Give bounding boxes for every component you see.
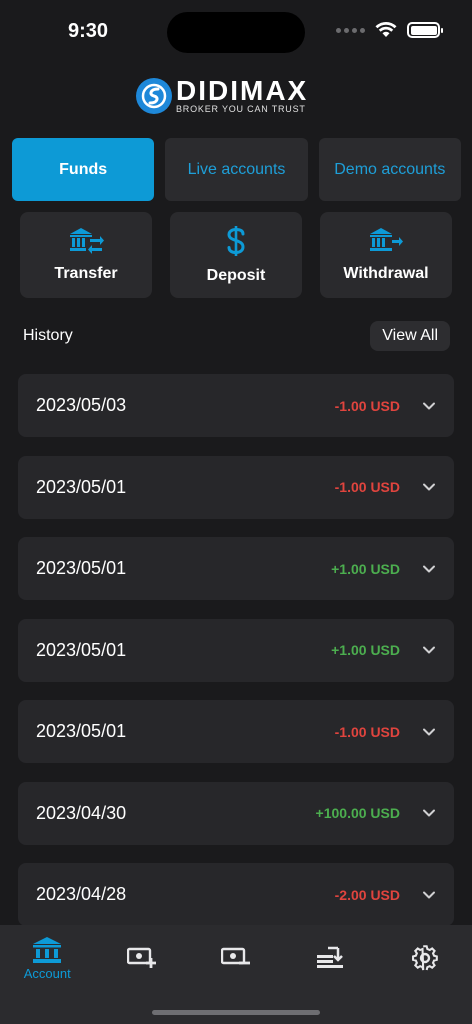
row-amount: +1.00 USD bbox=[331, 642, 400, 658]
tabbar-transfer[interactable] bbox=[283, 925, 377, 991]
row-amount: +100.00 USD bbox=[315, 805, 400, 821]
transfer-label: Transfer bbox=[54, 265, 118, 282]
tabbar-deposit[interactable] bbox=[94, 925, 188, 991]
row-date: 2023/04/28 bbox=[36, 884, 127, 904]
withdrawal-label: Withdrawal bbox=[343, 265, 429, 282]
status-bar: 9:30 bbox=[0, 0, 472, 64]
brand-tagline: BROKER YOU CAN TRUST bbox=[176, 104, 306, 114]
transfer-button[interactable]: Transfer bbox=[20, 212, 152, 298]
row-amount: -1.00 USD bbox=[334, 479, 400, 495]
deposit-money-icon bbox=[126, 947, 156, 968]
gear-icon bbox=[411, 945, 438, 971]
withdrawal-button[interactable]: Withdrawal bbox=[320, 212, 452, 298]
history-list: 2023/05/03 -1.00 USD 2023/05/01 -1.00 US… bbox=[18, 374, 454, 945]
logo-mark-icon bbox=[136, 78, 172, 114]
withdraw-money-icon bbox=[221, 947, 251, 965]
history-title: History bbox=[23, 327, 73, 344]
row-amount: -2.00 USD bbox=[334, 886, 400, 903]
chevron-down-icon[interactable] bbox=[422, 480, 436, 494]
bank-transfer-icon bbox=[70, 228, 104, 254]
fund-actions: Transfer Deposit Withdrawal bbox=[20, 212, 452, 298]
chevron-down-icon[interactable] bbox=[422, 806, 436, 820]
tabbar-withdraw[interactable] bbox=[189, 925, 283, 991]
chevron-down-icon[interactable] bbox=[422, 399, 436, 413]
tabbar-account-label: Account bbox=[23, 965, 71, 981]
chevron-down-icon[interactable] bbox=[422, 888, 436, 902]
chevron-down-icon[interactable] bbox=[422, 725, 436, 739]
history-row[interactable]: 2023/04/28 -2.00 USD bbox=[18, 863, 454, 926]
account-tabs: Funds Live accounts Demo accounts bbox=[12, 138, 461, 201]
tabbar-settings[interactable] bbox=[378, 925, 472, 991]
bottom-tab-bar: Account bbox=[0, 925, 472, 1024]
history-row[interactable]: 2023/05/01 +1.00 USD bbox=[18, 537, 454, 600]
tab-demo-accounts[interactable]: Demo accounts bbox=[318, 138, 461, 201]
status-time: 9:30 bbox=[68, 20, 109, 42]
bank-icon bbox=[33, 936, 62, 963]
history-row[interactable]: 2023/04/30 +100.00 USD bbox=[18, 781, 454, 845]
row-date: 2023/05/01 bbox=[36, 721, 127, 741]
row-date: 2023/05/01 bbox=[36, 639, 127, 660]
row-amount: -1.00 USD bbox=[334, 397, 400, 414]
history-row[interactable]: 2023/05/01 +1.00 USD bbox=[18, 618, 454, 682]
transfer-icon bbox=[317, 946, 344, 968]
deposit-label: Deposit bbox=[206, 267, 266, 284]
bank-withdraw-icon bbox=[370, 228, 403, 251]
dollar-icon bbox=[227, 226, 245, 256]
home-indicator bbox=[152, 1010, 320, 1015]
chevron-down-icon[interactable] bbox=[422, 562, 436, 576]
row-date: 2023/05/01 bbox=[36, 476, 127, 497]
signal-icon bbox=[336, 27, 365, 33]
history-row[interactable]: 2023/05/01 -1.00 USD bbox=[18, 455, 454, 519]
brand-name: DIDIMAX bbox=[176, 75, 309, 106]
tabbar-account[interactable]: Account bbox=[0, 925, 94, 991]
row-amount: +1.00 USD bbox=[331, 560, 400, 577]
dynamic-island bbox=[167, 12, 305, 53]
battery-icon bbox=[407, 22, 443, 38]
row-date: 2023/04/30 bbox=[36, 802, 127, 823]
wifi-icon bbox=[375, 22, 397, 37]
history-header: History View All bbox=[23, 321, 450, 351]
row-date: 2023/05/01 bbox=[36, 558, 127, 578]
brand-logo: DIDIMAX BROKER YOU CAN TRUST bbox=[136, 76, 336, 116]
row-date: 2023/05/03 bbox=[36, 395, 127, 415]
history-row[interactable]: 2023/05/01 -1.00 USD bbox=[18, 700, 454, 763]
history-row[interactable]: 2023/05/03 -1.00 USD bbox=[18, 374, 454, 437]
chevron-down-icon[interactable] bbox=[422, 643, 436, 657]
view-all-button[interactable]: View All bbox=[370, 321, 450, 351]
status-icons bbox=[336, 22, 443, 38]
tab-live-accounts[interactable]: Live accounts bbox=[165, 138, 308, 201]
deposit-button[interactable]: Deposit bbox=[170, 212, 302, 298]
tab-funds[interactable]: Funds bbox=[12, 138, 155, 201]
row-amount: -1.00 USD bbox=[334, 723, 400, 740]
